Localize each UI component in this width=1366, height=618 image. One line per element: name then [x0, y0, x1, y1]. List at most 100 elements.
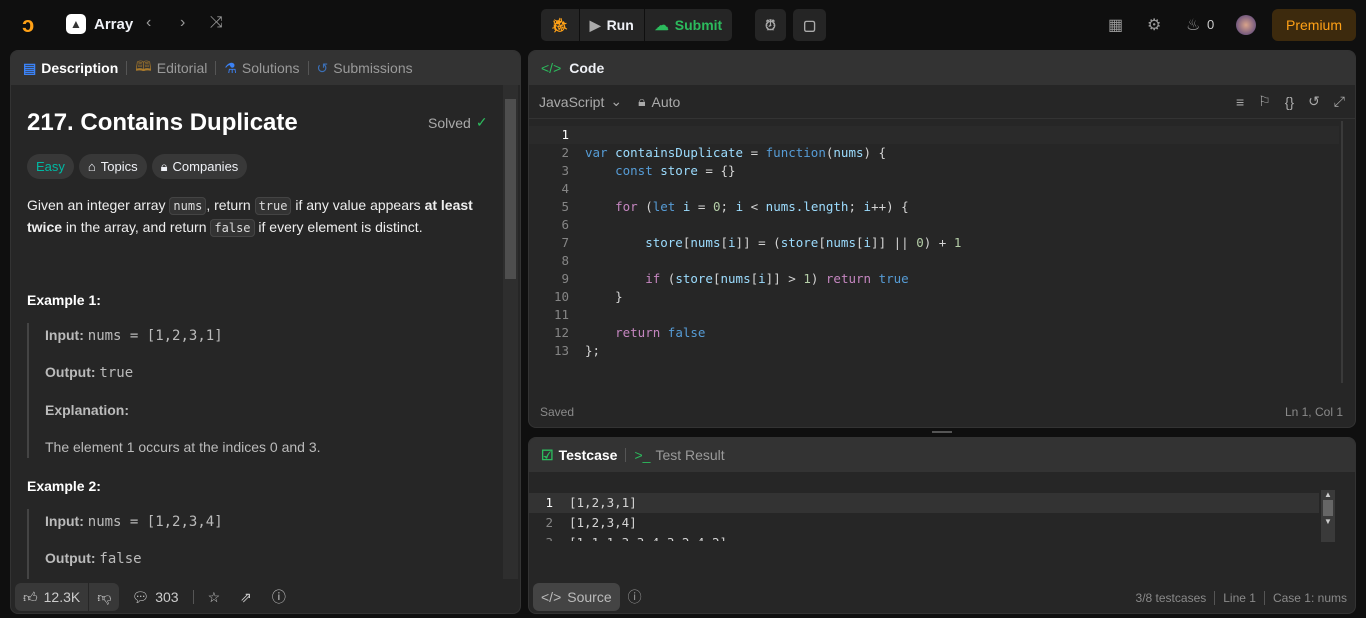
prev-problem-icon[interactable]: ‹ [146, 14, 151, 32]
auto-mode[interactable]: 🔒︎ Auto [638, 93, 680, 110]
tab-solutions[interactable]: ⚗ Solutions [224, 60, 299, 77]
code-token: nums [720, 271, 751, 286]
code-token: ( [825, 145, 834, 160]
code-token: 1 [953, 235, 962, 250]
line-number: 9 [561, 271, 569, 286]
code-token: ( [637, 199, 653, 214]
code-token: for [585, 199, 638, 214]
code-token: ++) { [871, 199, 909, 214]
help-icon[interactable]: ⓘ [628, 587, 642, 607]
leetcode-logo[interactable]: ↄ [22, 12, 34, 38]
code-token: < [743, 199, 766, 214]
code-token: ]] || [871, 235, 917, 250]
code-token: i [863, 235, 872, 250]
top-bar: ↄ ▲ Array ‹ › ⤨ 🐞︎ ▶ Run ☁ Submit ⏰︎ ▢ ▦ ⚙… [0, 0, 1366, 50]
code-token: let [652, 199, 676, 214]
bug-icon: 🐞︎ [551, 16, 569, 33]
history-icon: ↺ [316, 59, 329, 76]
line-number: 12 [553, 325, 569, 340]
layout-icon[interactable]: ▦ [1108, 15, 1123, 35]
line-number: 10 [553, 289, 569, 304]
notes-button[interactable]: ▢ [793, 9, 827, 41]
code-icon: </> [541, 60, 562, 76]
check-circle-icon: ✓ [475, 114, 488, 130]
problem-list-button[interactable]: ▲ Array [66, 14, 133, 34]
topics-button[interactable]: ⌂ Topics [78, 154, 147, 179]
testcase-scrollbar[interactable]: ▲ ▼ [1321, 490, 1335, 542]
submit-button[interactable]: ☁ Submit [644, 9, 733, 41]
format-icon[interactable]: ≡ [1236, 94, 1244, 110]
code-token: [ [818, 235, 826, 250]
code-token: [ [750, 271, 759, 286]
book-icon: 🕮 [135, 58, 152, 74]
lock-icon: 🔒︎ [160, 158, 168, 174]
document-icon: ▤ [23, 59, 37, 76]
tab-editorial[interactable]: 🕮 Editorial [135, 56, 207, 80]
comments-button[interactable]: 💬︎ 303 [131, 589, 178, 606]
dislike-button[interactable]: 👎︎ [88, 583, 120, 611]
avatar[interactable] [1236, 15, 1256, 35]
code-token: i [735, 199, 744, 214]
code-token: i [675, 199, 698, 214]
code-token: return [825, 271, 872, 286]
scrollbar[interactable] [503, 85, 518, 579]
line-number: 3 [561, 163, 569, 178]
code-token: nums [825, 235, 856, 250]
next-problem-icon[interactable]: › [180, 14, 185, 32]
code-token: 1 [803, 271, 811, 286]
star-icon[interactable]: ☆ [208, 589, 221, 606]
code-token: store [585, 235, 683, 250]
list-icon: ▲ [66, 14, 86, 34]
saved-status: Saved [540, 405, 575, 419]
shuffle-icon[interactable]: ⤨ [210, 14, 223, 32]
code-token: i [758, 271, 766, 286]
code-line: 4 [529, 180, 1339, 198]
code-token: store [780, 235, 819, 250]
gear-icon[interactable]: ⚙ [1147, 15, 1161, 35]
chevron-down-icon: ⌄ [610, 93, 623, 109]
flame-icon[interactable]: ♨ [1186, 15, 1200, 35]
code-icon: </> [541, 589, 562, 605]
language-select[interactable]: JavaScript ⌄ [539, 93, 622, 110]
timer-button[interactable]: ⏰︎ [755, 9, 786, 41]
problem-title[interactable]: 217. Contains Duplicate [27, 109, 298, 137]
code-token: const [585, 163, 653, 178]
companies-button[interactable]: 🔒︎ Companies [151, 154, 248, 179]
bookmark-icon[interactable]: ⚐ [1258, 93, 1271, 110]
code-line: 11 [529, 306, 1339, 324]
tab-description[interactable]: ▤ Description [23, 60, 118, 77]
tab-test-result[interactable]: >_ Test Result [634, 447, 724, 463]
code-token: false [660, 325, 706, 340]
share-icon[interactable]: ⇗ [240, 589, 252, 606]
code-editor[interactable]: 1 2 var containsDuplicate = function(nums)… [529, 126, 1339, 360]
code-token: return [585, 325, 661, 340]
help-icon[interactable]: ⓘ [272, 587, 286, 607]
code-line: 7 store[nums[i]] = (store[nums[i]] || 0)… [529, 234, 1339, 252]
source-button[interactable]: </> Source [533, 583, 620, 611]
code-token: [ [712, 271, 721, 286]
expand-icon[interactable]: ⤢ [1334, 93, 1345, 110]
like-button[interactable]: 👍︎ 12.3K [15, 583, 89, 611]
editor-scrollbar[interactable] [1341, 121, 1343, 383]
resize-handle[interactable] [932, 431, 952, 433]
debug-button[interactable]: 🐞︎ [541, 9, 579, 41]
solved-status: Solved ✓ [428, 114, 488, 131]
code-token: ]] > [765, 271, 804, 286]
code-line: 13}; [529, 342, 1339, 360]
code-token: 0 [916, 235, 924, 250]
premium-button[interactable]: Premium [1272, 9, 1357, 41]
testcase-editor[interactable]: 1[1,2,3,1] 2[1,2,3,4] 3[1,1,1,3,3,4,3,2,… [529, 493, 1319, 541]
tab-testcase[interactable]: ☑ Testcase [541, 447, 617, 464]
code-token: ) { [863, 145, 887, 160]
code-line: 3 const store = {} [529, 162, 1339, 180]
code-token: = [697, 199, 713, 214]
run-button[interactable]: ▶ Run [579, 9, 644, 41]
alarm-icon: ⏰︎ [765, 16, 776, 33]
line-number: 7 [561, 235, 569, 250]
code-token: i [728, 235, 736, 250]
comment-icon: 💬︎ [131, 588, 150, 605]
tab-submissions[interactable]: ↺ Submissions [317, 60, 413, 77]
line-number: 4 [561, 181, 569, 196]
braces-icon[interactable]: {} [1285, 94, 1294, 110]
reset-icon[interactable]: ↺ [1308, 93, 1320, 110]
